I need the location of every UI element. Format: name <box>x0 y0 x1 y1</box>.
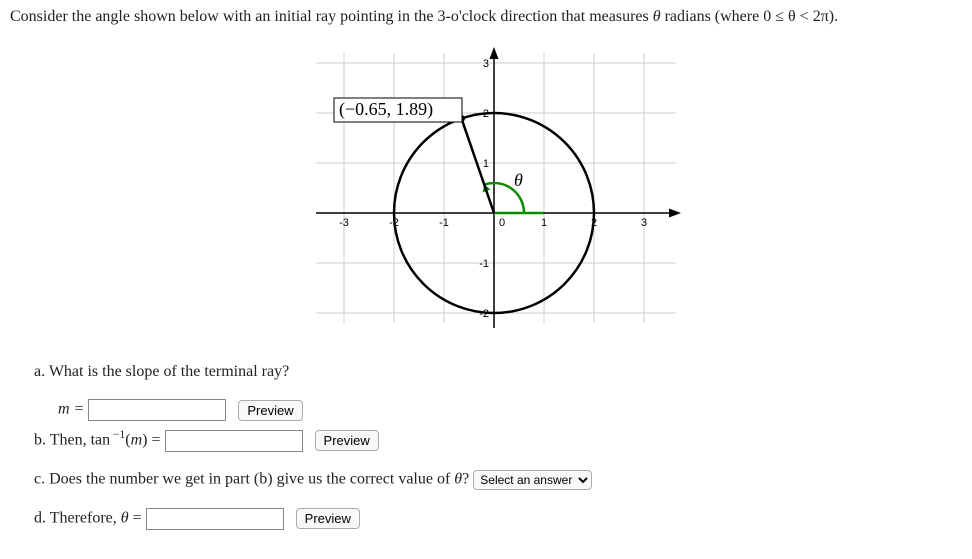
part-a-answer-row: m = Preview <box>58 399 962 421</box>
y-tick: -1 <box>479 258 489 270</box>
x-tick: 0 <box>499 217 505 229</box>
part-a-text: a. What is the slope of the terminal ray… <box>34 363 289 380</box>
y-tick: 3 <box>483 58 489 70</box>
graph-container: -3 -2 -1 0 1 2 3 3 2 1 -1 -2 θ <box>10 38 962 343</box>
x-tick: 1 <box>541 217 547 229</box>
x-tick-labels: -3 -2 -1 0 1 2 3 <box>339 217 647 229</box>
point-label-box: (−0.65, 1.89) <box>334 98 462 122</box>
arctan-input[interactable] <box>165 430 303 452</box>
prompt-cond: 0 ≤ θ < 2π <box>763 8 829 25</box>
part-d-text: d. Therefore, θ = <box>34 509 142 526</box>
part-a: a. What is the slope of the terminal ray… <box>34 363 962 381</box>
m-input[interactable] <box>88 399 226 421</box>
prompt-post: ). <box>829 8 838 25</box>
part-d: d. Therefore, θ = Preview <box>34 508 962 530</box>
terminal-ray <box>462 119 495 214</box>
part-c-select[interactable]: Select an answer <box>473 470 592 490</box>
unit-circle-graph: -3 -2 -1 0 1 2 3 3 2 1 -1 -2 θ <box>286 38 686 338</box>
part-b: b. Then, tan −1(m) = Preview <box>34 429 962 452</box>
part-b-arg: (m) = <box>125 431 160 448</box>
x-tick: -1 <box>439 217 449 229</box>
prompt-mid: radians (where <box>661 8 764 25</box>
grid <box>316 53 676 323</box>
x-tick: -3 <box>339 217 349 229</box>
preview-button-b[interactable]: Preview <box>315 430 379 451</box>
m-equals-label: m = <box>58 401 84 418</box>
prompt-theta: θ <box>653 8 661 25</box>
part-c: c. Does the number we get in part (b) gi… <box>34 470 962 490</box>
prompt-pre: Consider the angle shown below with an i… <box>10 8 653 25</box>
question-prompt: Consider the angle shown below with an i… <box>10 8 962 26</box>
part-c-text: c. Does the number we get in part (b) gi… <box>34 470 469 487</box>
preview-button-d[interactable]: Preview <box>296 508 360 529</box>
theta-input[interactable] <box>146 508 284 530</box>
preview-button-a[interactable]: Preview <box>238 400 302 421</box>
point-label-text: (−0.65, 1.89) <box>339 99 433 120</box>
x-tick: 3 <box>641 217 647 229</box>
part-b-sup: −1 <box>110 429 125 441</box>
theta-label: θ <box>514 170 523 190</box>
y-tick: 1 <box>483 158 489 170</box>
part-b-pre: b. Then, tan <box>34 431 110 448</box>
